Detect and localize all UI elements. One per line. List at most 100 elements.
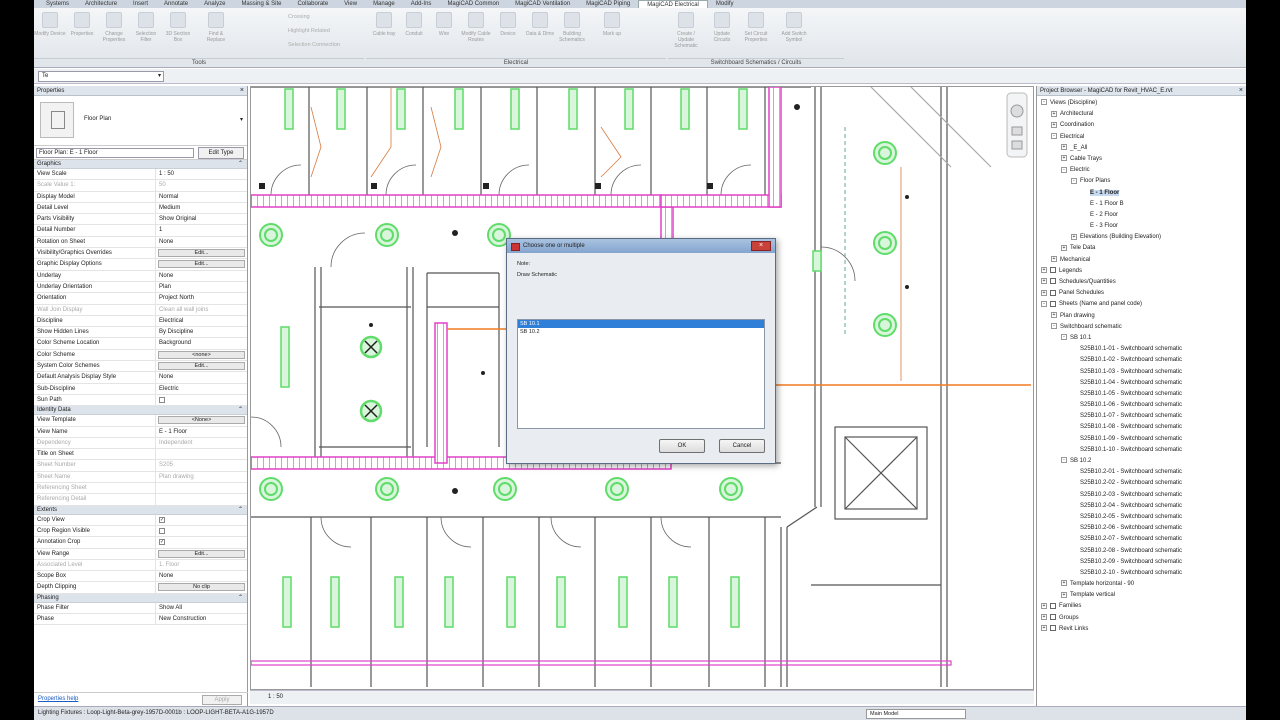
property-edit-button[interactable]: <none>: [158, 350, 245, 359]
browser-tree-node[interactable]: + Schedules/Quantities: [1037, 277, 1246, 288]
property-edit-button[interactable]: Edit...: [158, 249, 245, 258]
ribbon-button[interactable]: Add Switch Symbol: [778, 12, 810, 58]
browser-tree-node[interactable]: + Tele Data: [1037, 243, 1246, 254]
ribbon-button[interactable]: Conduit: [398, 12, 430, 58]
collapse-icon[interactable]: -: [1071, 177, 1077, 184]
property-checkbox[interactable]: ✓: [159, 539, 165, 546]
browser-tree-node[interactable]: - Floor Plans: [1037, 176, 1246, 187]
switchboard-list-item[interactable]: SB 10.2: [518, 328, 764, 336]
browser-tree-node[interactable]: S25B10.1-03 - Switchboard schematic: [1037, 367, 1246, 378]
ribbon-tab[interactable]: Collaborate: [289, 0, 336, 8]
collapse-icon[interactable]: -: [1051, 132, 1057, 139]
close-icon[interactable]: ×: [1239, 86, 1243, 96]
browser-tree-node[interactable]: S25B10.1-01 - Switchboard schematic: [1037, 344, 1246, 355]
browser-tree-node[interactable]: S25B10.2-02 - Switchboard schematic: [1037, 478, 1246, 489]
ribbon-tab[interactable]: Massing & Site: [233, 0, 289, 8]
browser-tree-node[interactable]: - SB 10.1: [1037, 333, 1246, 344]
ribbon-tab[interactable]: Insert: [125, 0, 156, 8]
property-value[interactable]: Medium: [156, 203, 247, 213]
property-edit-button[interactable]: Edit...: [158, 549, 245, 558]
property-value[interactable]: 1: [156, 225, 247, 235]
expand-icon[interactable]: +: [1061, 591, 1067, 598]
property-checkbox[interactable]: [159, 527, 165, 534]
expand-icon[interactable]: +: [1051, 110, 1057, 117]
browser-tree-node[interactable]: + Groups: [1037, 613, 1246, 624]
property-edit-button[interactable]: No clip: [158, 583, 245, 592]
collapse-icon[interactable]: ⌃: [238, 160, 243, 169]
ribbon-tab[interactable]: Architecture: [77, 0, 125, 8]
browser-tree-node[interactable]: + Template vertical: [1037, 590, 1246, 601]
browser-tree-node[interactable]: - Electrical: [1037, 132, 1246, 143]
browser-tree-node[interactable]: S25B10.1-07 - Switchboard schematic: [1037, 411, 1246, 422]
collapse-icon[interactable]: -: [1051, 323, 1057, 330]
property-checkbox[interactable]: [159, 396, 165, 403]
browser-tree-node[interactable]: S25B10.1-10 - Switchboard schematic: [1037, 445, 1246, 456]
expand-icon[interactable]: +: [1041, 267, 1047, 274]
crossing-option[interactable]: Crossing: [288, 14, 310, 20]
highlight-related-option[interactable]: Highlight Related: [288, 28, 330, 34]
expand-icon[interactable]: +: [1061, 580, 1067, 587]
browser-tree-node[interactable]: S25B10.1-04 - Switchboard schematic: [1037, 378, 1246, 389]
browser-tree-node[interactable]: - Sheets (Name and panel code): [1037, 299, 1246, 310]
cancel-button[interactable]: Cancel: [719, 439, 765, 453]
property-value[interactable]: None: [156, 271, 247, 281]
browser-tree-node[interactable]: + Revit Links: [1037, 624, 1246, 635]
browser-tree-node[interactable]: S25B10.1-05 - Switchboard schematic: [1037, 389, 1246, 400]
switchboard-list[interactable]: SB 10.1 SB 10.2: [517, 319, 765, 429]
property-value[interactable]: Show All: [156, 603, 247, 613]
ribbon-button[interactable]: Wire: [428, 12, 460, 58]
expand-icon[interactable]: +: [1051, 121, 1057, 128]
ok-button[interactable]: OK: [659, 439, 705, 453]
ribbon-button[interactable]: Building Schematics: [556, 12, 588, 58]
browser-tree-node[interactable]: S25B10.2-07 - Switchboard schematic: [1037, 534, 1246, 545]
property-value[interactable]: Show Original: [156, 214, 247, 224]
expand-icon[interactable]: +: [1051, 311, 1057, 318]
active-workset-select[interactable]: Main Model: [866, 709, 966, 719]
ribbon-tab[interactable]: Systems: [38, 0, 77, 8]
type-selector[interactable]: Floor Plan ▾: [34, 96, 247, 146]
property-value[interactable]: Electrical: [156, 316, 247, 326]
browser-tree-node[interactable]: S25B10.2-06 - Switchboard schematic: [1037, 523, 1246, 534]
property-checkbox[interactable]: ✓: [159, 516, 165, 523]
property-group-header[interactable]: Identity Data ⌃: [34, 406, 247, 416]
ribbon-tab[interactable]: Add-Ins: [403, 0, 440, 8]
browser-tree-node[interactable]: - SB 10.2: [1037, 456, 1246, 467]
apply-button[interactable]: Apply: [202, 695, 242, 705]
browser-tree-node[interactable]: + Plan drawing: [1037, 311, 1246, 322]
property-value[interactable]: E - 1 Floor: [156, 427, 247, 437]
expand-icon[interactable]: +: [1061, 244, 1067, 251]
browser-tree-node[interactable]: E - 3 Floor: [1037, 221, 1246, 232]
expand-icon[interactable]: +: [1061, 155, 1067, 162]
property-value[interactable]: None: [156, 571, 247, 581]
property-value[interactable]: New Construction: [156, 614, 247, 624]
collapse-icon[interactable]: ⌃: [238, 594, 243, 603]
property-value[interactable]: By Discipline: [156, 327, 247, 337]
collapse-icon[interactable]: -: [1061, 457, 1067, 464]
browser-tree-node[interactable]: + _E_All: [1037, 143, 1246, 154]
browser-tree-node[interactable]: + Cable Trays: [1037, 154, 1246, 165]
property-value[interactable]: Plan: [156, 282, 247, 292]
collapse-icon[interactable]: ⌃: [238, 506, 243, 515]
ribbon-button[interactable]: Update Circuits: [706, 12, 738, 58]
browser-tree-node[interactable]: + Legends: [1037, 266, 1246, 277]
browser-tree-node[interactable]: S25B10.1-02 - Switchboard schematic: [1037, 355, 1246, 366]
expand-icon[interactable]: +: [1041, 614, 1047, 621]
expand-icon[interactable]: +: [1061, 144, 1067, 151]
ribbon-button[interactable]: Find & Replace: [200, 12, 232, 58]
browser-tree-node[interactable]: - Views (Discipline): [1037, 98, 1246, 109]
browser-tree-node[interactable]: + Families: [1037, 601, 1246, 612]
property-value[interactable]: Electric: [156, 384, 247, 394]
browser-tree-node[interactable]: S25B10.2-03 - Switchboard schematic: [1037, 490, 1246, 501]
browser-tree-node[interactable]: + Elevations (Building Elevation): [1037, 232, 1246, 243]
ribbon-tab[interactable]: Analyze: [196, 0, 233, 8]
property-value[interactable]: Project North: [156, 293, 247, 303]
expand-icon[interactable]: +: [1041, 289, 1047, 296]
browser-tree-node[interactable]: S25B10.1-08 - Switchboard schematic: [1037, 422, 1246, 433]
browser-tree-node[interactable]: + Panel Schedules: [1037, 288, 1246, 299]
browser-tree-node[interactable]: S25B10.2-01 - Switchboard schematic: [1037, 467, 1246, 478]
property-group-header[interactable]: Phasing ⌃: [34, 593, 247, 603]
browser-tree-node[interactable]: - Electric: [1037, 165, 1246, 176]
browser-tree-node[interactable]: E - 1 Floor B: [1037, 199, 1246, 210]
dialog-close-button[interactable]: ×: [751, 241, 771, 251]
instance-filter-select[interactable]: Floor Plan: E - 1 Floor: [36, 148, 194, 158]
